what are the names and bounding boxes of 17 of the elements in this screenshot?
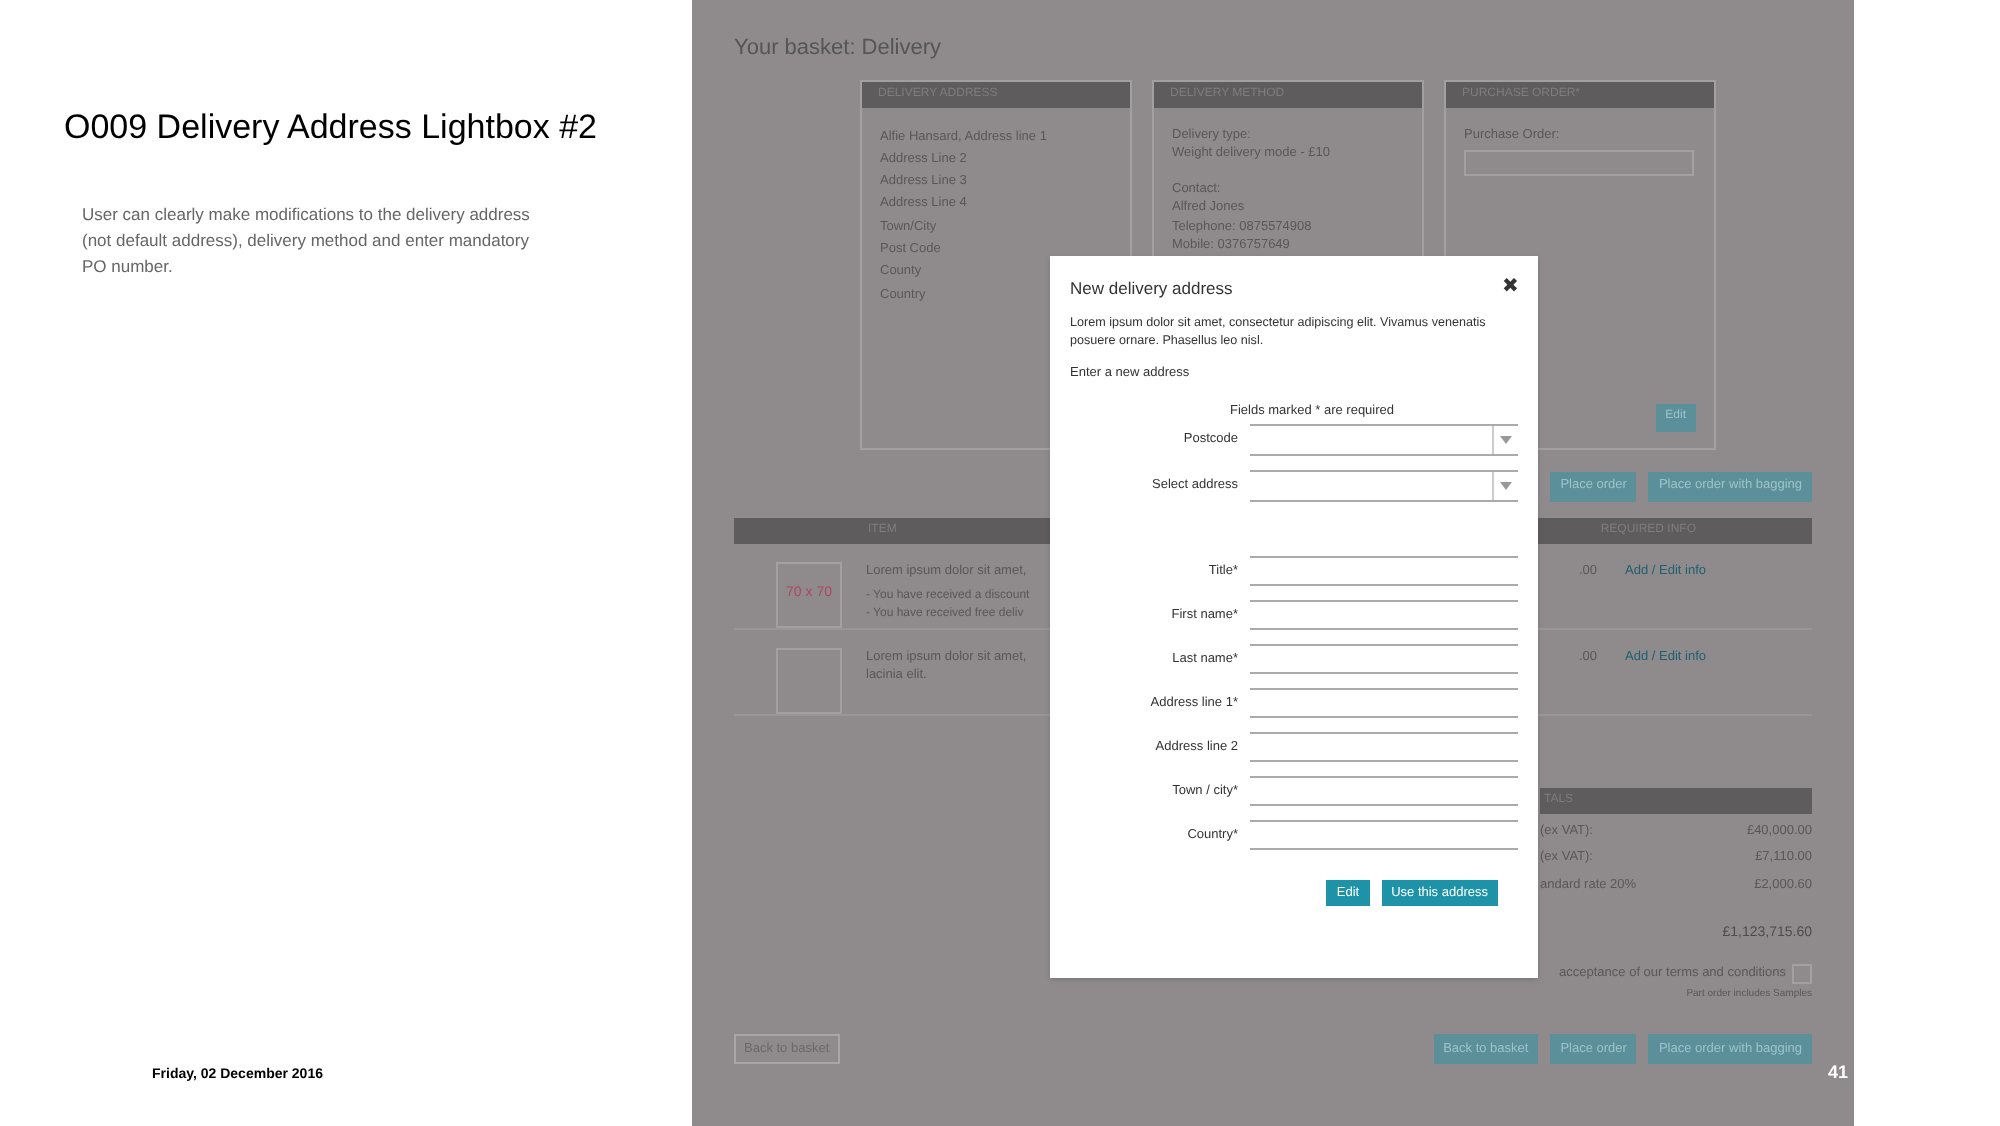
select-field[interactable]	[1250, 470, 1518, 503]
input-field[interactable]	[1250, 820, 1518, 851]
slide-description: User can clearly make modifications to the delivery address (not default address), delivery method and enter mandatory PO number.	[82, 201, 532, 279]
caret-icon	[1492, 472, 1518, 501]
input-field[interactable]	[1250, 556, 1518, 587]
page-heading: Your basket: Delivery	[734, 34, 944, 64]
select-field[interactable]	[1250, 424, 1518, 457]
close-button[interactable]: ✖	[1502, 278, 1518, 299]
input-field[interactable]	[1250, 776, 1518, 807]
slide-title: O009 Delivery Address Lightbox #2	[64, 106, 599, 150]
caret-icon	[1492, 426, 1518, 455]
page-number: 41	[1827, 1059, 1848, 1085]
modal-title: New delivery address	[1070, 276, 1233, 302]
input-field[interactable]	[1250, 688, 1518, 719]
input-field[interactable]	[1250, 600, 1518, 631]
input-field[interactable]	[1250, 644, 1518, 675]
input-field[interactable]	[1250, 732, 1518, 763]
